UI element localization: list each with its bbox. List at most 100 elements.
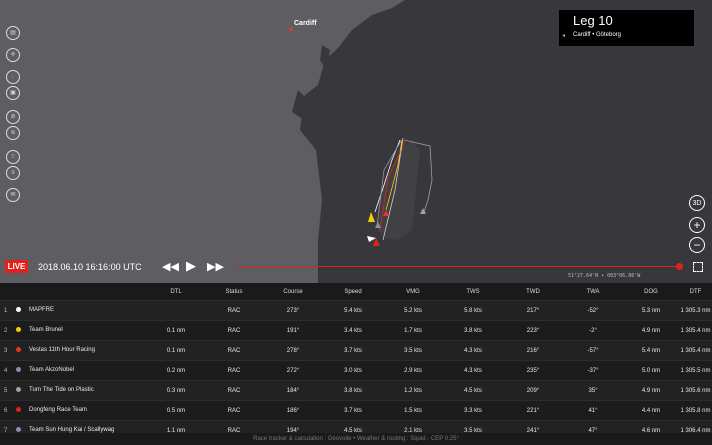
col-header-dtf[interactable]: DTF — [679, 283, 712, 301]
layers-icon[interactable]: ▤ — [6, 26, 20, 40]
cell-dtf: 1 305.4 nm — [679, 340, 712, 361]
cell-course: 272° — [263, 360, 323, 381]
col-header-status[interactable]: Status — [205, 283, 263, 301]
team-color-dot-icon — [16, 327, 21, 333]
list-icon[interactable]: ≡ — [6, 166, 20, 180]
table-row[interactable]: 2 Team Brunel 0.1 nm RAC 191° 3.4 kts 1.7 kts 3… — [0, 320, 712, 341]
zoom-out-button[interactable]: − — [689, 237, 705, 253]
team-color-dot-icon — [16, 347, 21, 353]
table-row[interactable]: 1 MAPFRE RAC 273° 5.4 kts 5.2 kts 5.8 kts 217° -… — [0, 300, 712, 321]
cell-status: RAC — [205, 380, 263, 401]
cell-status: RAC — [205, 360, 263, 381]
view-3d-button[interactable]: 3D — [689, 195, 705, 211]
cell-dtf: 1 305.8 nm — [679, 400, 712, 421]
cell-dtl: 0.2 nm — [147, 360, 205, 381]
col-header-tws[interactable]: TWS — [443, 283, 503, 301]
cell-twa: -37° — [563, 360, 623, 381]
team-name: Turn The Tide on Plastic — [29, 387, 94, 394]
timeline-handle[interactable] — [676, 263, 683, 270]
city-label: Cardiff — [294, 20, 317, 27]
row-position: 2 — [0, 320, 15, 341]
cell-status: RAC — [205, 340, 263, 361]
leg-panel: Leg 10 ◂ Cardiff • Göteborg — [559, 10, 694, 46]
cell-dtl: 0.5 nm — [147, 400, 205, 421]
footer-credits: Race tracker & calculation : Géovoile • … — [0, 433, 712, 445]
cell-speed: 3.8 kts — [323, 380, 383, 401]
rewind-button[interactable]: ◀◀ — [162, 260, 179, 273]
row-position: 3 — [0, 340, 15, 361]
cell-course: 273° — [263, 300, 323, 321]
cell-twd: 216° — [503, 340, 563, 361]
team-color-dot-icon — [16, 367, 21, 373]
cell-twa: 35° — [563, 380, 623, 401]
row-position: 5 — [0, 380, 15, 401]
timeline-slider[interactable] — [237, 266, 679, 267]
table-row[interactable]: 6 Dongfeng Race Team 0.5 nm RAC 186° 3.7 kts 1… — [0, 400, 712, 421]
fullscreen-icon[interactable] — [693, 262, 703, 272]
mail-icon[interactable]: ✉ — [6, 188, 20, 202]
cell-vmg: 3.5 kts — [383, 340, 443, 361]
camera-icon[interactable]: ▣ — [6, 86, 20, 100]
coordinates-readout: 51°27.64'N • 003°06.86'W — [568, 273, 641, 279]
col-header-team — [15, 283, 147, 301]
cell-vmg: 1.7 kts — [383, 320, 443, 341]
cell-status: RAC — [205, 320, 263, 341]
satellite-icon[interactable]: ⊘ — [6, 110, 20, 124]
cell-course: 184° — [263, 380, 323, 401]
grid-icon[interactable]: ⁝⁝ — [6, 150, 20, 164]
cell-course: 191° — [263, 320, 323, 341]
zoom-in-button[interactable]: + — [689, 217, 705, 233]
row-position: 1 — [0, 300, 15, 321]
row-team: Vestas 11th Hour Racing — [15, 340, 147, 361]
cell-twd: 223° — [503, 320, 563, 341]
col-header-speed[interactable]: Speed — [323, 283, 383, 301]
leg-title: Leg 10 — [573, 13, 613, 28]
race-map[interactable]: Cardiff ▤ ✢ ◌ ▣ ⊘ ≋ ⁝⁝ ≡ ✉ Leg 10 ◂ Card… — [0, 0, 712, 283]
cell-dtf: 1 305.6 nm — [679, 380, 712, 401]
cell-speed: 3.7 kts — [323, 400, 383, 421]
table-header-row: DTL Status Course Speed VMG TWS TWD TWA … — [0, 283, 712, 301]
cell-course: 186° — [263, 400, 323, 421]
col-header-course[interactable]: Course — [263, 283, 323, 301]
col-header-dog[interactable]: DOG — [623, 283, 679, 301]
compass-icon[interactable]: ✢ — [6, 48, 20, 62]
cell-dog: 5.0 nm — [623, 360, 679, 381]
team-color-dot-icon — [16, 307, 21, 313]
row-team: Turn The Tide on Plastic — [15, 380, 147, 401]
col-header-vmg[interactable]: VMG — [383, 283, 443, 301]
city-marker-icon — [289, 27, 293, 31]
cell-vmg: 1.2 kts — [383, 380, 443, 401]
table-row[interactable]: 4 Team AkzoNobel 0.2 nm RAC 272° 3.0 kts 2.9 k… — [0, 360, 712, 381]
col-header-twa[interactable]: TWA — [563, 283, 623, 301]
leg-back-icon[interactable]: ◂ — [562, 32, 565, 39]
forward-button[interactable]: ▶▶ — [207, 260, 224, 273]
cell-twa: 41° — [563, 400, 623, 421]
weather-icon[interactable]: ≋ — [6, 126, 20, 140]
leg-route: Cardiff • Göteborg — [573, 32, 622, 38]
cell-dtf: 1 305.5 nm — [679, 360, 712, 381]
team-color-dot-icon — [16, 407, 21, 413]
play-button[interactable]: ▶ — [186, 258, 196, 274]
team-color-dot-icon — [16, 387, 21, 393]
team-name: Dongfeng Race Team — [29, 407, 87, 414]
table-row[interactable]: 5 Turn The Tide on Plastic 0.3 nm RAC 184° 3.… — [0, 380, 712, 401]
row-position: 6 — [0, 400, 15, 421]
cell-status: RAC — [205, 400, 263, 421]
cell-twd: 235° — [503, 360, 563, 381]
col-header-twd[interactable]: TWD — [503, 283, 563, 301]
cell-tws: 3.3 kts — [443, 400, 503, 421]
leaderboard-table: DTL Status Course Speed VMG TWS TWD TWA … — [0, 283, 712, 440]
cell-speed: 3.7 kts — [323, 340, 383, 361]
cell-speed: 3.4 kts — [323, 320, 383, 341]
team-name: Team AkzoNobel — [29, 367, 75, 374]
row-team: Dongfeng Race Team — [15, 400, 147, 421]
table-row[interactable]: 3 Vestas 11th Hour Racing 0.1 nm RAC 278° 3.7… — [0, 340, 712, 361]
globe-icon[interactable]: ◌ — [6, 70, 20, 84]
live-badge[interactable]: LIVE — [5, 260, 28, 273]
team-name: Team Brunel — [29, 327, 63, 334]
row-team: Team Brunel — [15, 320, 147, 341]
cell-tws: 4.3 kts — [443, 360, 503, 381]
cell-twd: 209° — [503, 380, 563, 401]
cell-tws: 5.8 kts — [443, 300, 503, 321]
col-header-dtl[interactable]: DTL — [147, 283, 205, 301]
